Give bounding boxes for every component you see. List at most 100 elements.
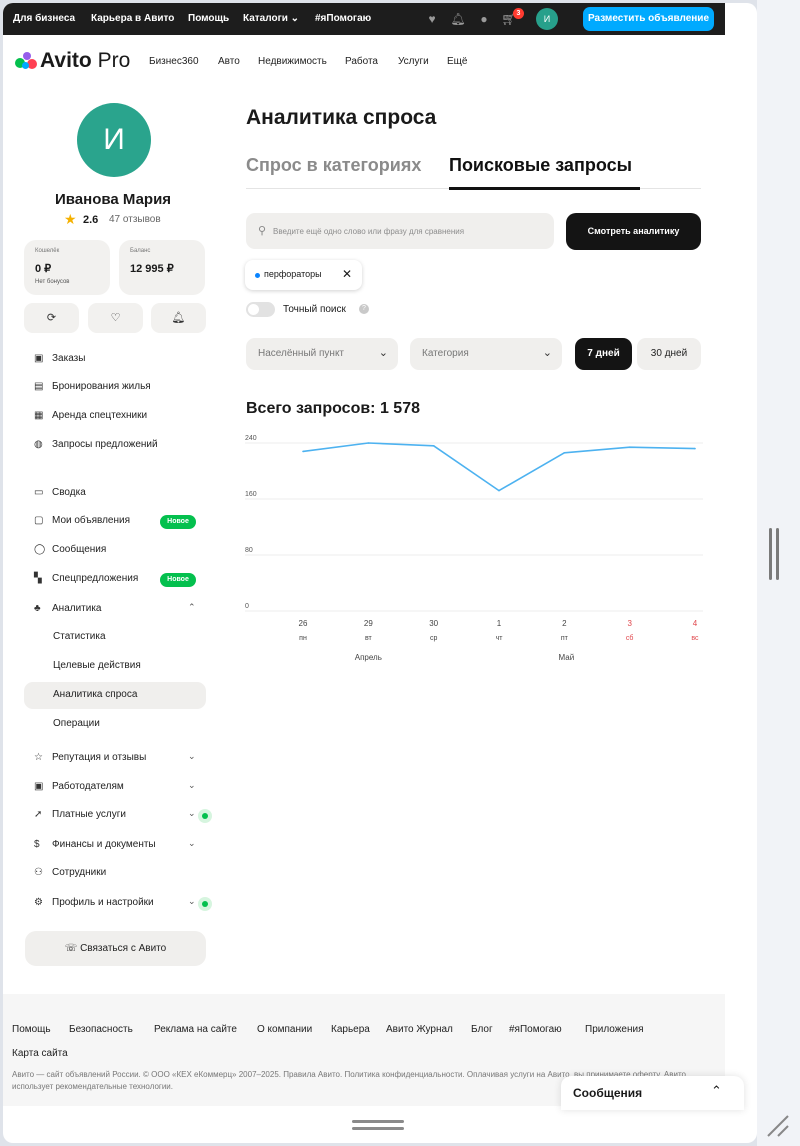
footer-link-about[interactable]: О компании — [257, 1024, 312, 1035]
data-point — [498, 489, 500, 492]
tab-category-demand[interactable]: Спрос в категориях — [246, 155, 421, 176]
profile-avatar[interactable]: И — [77, 103, 151, 177]
menu-orders[interactable]: ▣ Заказы — [34, 353, 85, 364]
footer-link-apps[interactable]: Приложения — [585, 1024, 644, 1035]
menu-my-ads[interactable]: ▢ Мои объявления — [34, 515, 130, 526]
chevron-down-icon[interactable]: ⌄ — [188, 780, 196, 791]
search-field[interactable]: ⚲ — [246, 213, 554, 249]
refresh-button[interactable]: ⟳ — [24, 303, 79, 333]
series-line — [302, 442, 696, 492]
menu-analytics-label: Аналитика — [52, 603, 102, 614]
x-tick-day: 2 — [562, 619, 567, 628]
bottom-drag-handle[interactable] — [352, 1120, 404, 1132]
menu-bookings[interactable]: ▤ Бронирования жилья — [34, 381, 151, 392]
menu-equipment-label: Аренда спецтехники — [52, 410, 148, 421]
menu-summary[interactable]: ▭ Сводка — [34, 487, 86, 498]
period-7-days-button[interactable]: 7 дней — [575, 338, 632, 370]
resize-handle-icon[interactable] — [762, 1110, 790, 1138]
post-ad-button[interactable]: Разместить объявление — [583, 7, 714, 31]
toplink-career[interactable]: Карьера в Авито — [91, 13, 174, 24]
month-label: Апрель — [355, 653, 382, 662]
menu-special-offers[interactable]: ▚ Спецпредложения — [34, 573, 138, 584]
menu-requests-label: Запросы предложений — [52, 439, 158, 450]
profile-name[interactable]: Иванова Мария — [55, 191, 171, 208]
footer-link-blog[interactable]: Блог — [471, 1024, 493, 1035]
chevron-up-icon[interactable]: ⌃ — [711, 1083, 722, 1099]
balance-value: 12 995 ₽ — [130, 263, 174, 275]
location-select[interactable]: Населённый пункт ⌄ — [246, 338, 398, 370]
tab-search-queries[interactable]: Поисковые запросы — [449, 155, 632, 176]
profile-rating: 2.6 — [83, 214, 99, 226]
nav-jobs[interactable]: Работа — [345, 56, 378, 67]
messages-panel[interactable]: Сообщения ⌃ — [561, 1076, 744, 1110]
menu-paid-services[interactable]: ➚ Платные услуги — [34, 809, 126, 820]
notifications-icon[interactable]: 🔔︎ — [450, 11, 466, 27]
submenu-operations[interactable]: Операции — [53, 718, 100, 729]
toplink-help[interactable]: Помощь — [188, 13, 229, 24]
show-analytics-button[interactable]: Смотреть аналитику — [566, 213, 701, 250]
balance-card[interactable]: Баланс 12 995 ₽ — [119, 240, 205, 295]
menu-orders-label: Заказы — [52, 353, 86, 364]
chevron-down-icon[interactable]: ⌄ — [188, 896, 196, 907]
queries-line-chart: 240 160 80 0 26 пн 29 вт 30 ср 1 чт 2 пт 3 сб 4 вс Апрель М… — [245, 435, 703, 662]
chevron-down-icon[interactable]: ⌄ — [188, 838, 196, 849]
y-tick-label: 0 — [245, 603, 249, 610]
messages-icon[interactable]: ● — [476, 11, 492, 27]
x-tick-weekday: ср — [430, 635, 438, 642]
footer-link-security[interactable]: Безопасность — [69, 1024, 133, 1035]
menu-equipment[interactable]: ▦ Аренда спецтехники — [34, 410, 147, 421]
menu-requests[interactable]: ◍ Запросы предложений — [34, 439, 158, 450]
footer-link-career[interactable]: Карьера — [331, 1024, 370, 1035]
info-icon[interactable]: ? — [359, 304, 369, 314]
menu-profile-settings[interactable]: ⚙ Профиль и настройки — [34, 897, 154, 908]
toplink-catalogs[interactable]: Каталоги ⌄ — [243, 13, 299, 24]
exact-search-label: Точный поиск — [283, 304, 346, 315]
nav-business360[interactable]: Бизнес360 — [149, 56, 199, 67]
chevron-down-icon[interactable]: ⌄ — [188, 808, 196, 819]
footer-link-ads[interactable]: Реклама на сайте — [154, 1024, 237, 1035]
menu-messages-label: Сообщения — [52, 544, 107, 555]
profile-reviews-link[interactable]: 47 отзывов — [109, 214, 161, 225]
favorites-icon[interactable]: ♥ — [424, 11, 440, 27]
category-select[interactable]: Категория ⌄ — [410, 338, 562, 370]
footer-link-sitemap[interactable]: Карта сайта — [12, 1048, 68, 1059]
query-chip[interactable]: перфораторы ✕ — [245, 260, 362, 290]
search-input[interactable] — [273, 222, 543, 240]
menu-employees[interactable]: ⚇ Сотрудники — [34, 867, 106, 878]
menu-messages[interactable]: ◯ Сообщения — [34, 544, 106, 555]
nav-more[interactable]: Ещё — [447, 56, 467, 67]
menu-employers[interactable]: ▣ Работодателям — [34, 781, 124, 792]
wallet-card[interactable]: Кошелёк 0 ₽ Нет бонусов — [24, 240, 110, 295]
period-30-days-button[interactable]: 30 дней — [637, 338, 701, 370]
nav-auto[interactable]: Авто — [218, 56, 240, 67]
footer-link-hashtag[interactable]: #яПомогаю — [509, 1024, 562, 1035]
submenu-target-actions[interactable]: Целевые действия — [53, 660, 141, 671]
favorites-button[interactable]: ♡ — [88, 303, 143, 333]
footer-link-journal[interactable]: Авито Журнал — [386, 1024, 453, 1035]
nav-realty[interactable]: Недвижимость — [258, 56, 327, 67]
nav-services[interactable]: Услуги — [398, 56, 429, 67]
contact-avito-button[interactable]: ☏ Связаться с Авито — [25, 931, 206, 966]
toplink-business[interactable]: Для бизнеса — [13, 13, 75, 24]
toplink-hashtag[interactable]: #яПомогаю — [315, 13, 371, 24]
data-point — [694, 447, 696, 450]
grid-icon: ▚ — [34, 573, 42, 584]
globe-icon: ◍ — [34, 439, 43, 450]
submenu-statistics[interactable]: Статистика — [53, 631, 106, 642]
menu-my-ads-label: Мои объявления — [52, 515, 130, 526]
balance-label: Баланс — [130, 248, 151, 254]
chevron-down-icon: ⌄ — [378, 347, 388, 359]
footer-link-help[interactable]: Помощь — [12, 1024, 51, 1035]
user-avatar[interactable]: И — [536, 8, 558, 30]
scrollbar-grip[interactable] — [769, 528, 781, 580]
menu-analytics[interactable]: ♣ Аналитика — [34, 603, 102, 614]
exact-search-toggle[interactable] — [246, 302, 275, 317]
menu-finance[interactable]: $ Финансы и документы — [34, 839, 156, 850]
chevron-up-icon[interactable]: ⌃ — [188, 602, 196, 613]
notifications-button[interactable]: 🔔︎ — [151, 303, 206, 333]
y-tick-label: 80 — [245, 547, 253, 554]
close-icon[interactable]: ✕ — [342, 267, 352, 281]
chevron-down-icon[interactable]: ⌄ — [188, 751, 196, 762]
menu-reputation[interactable]: ☆ Репутация и отзывы — [34, 752, 146, 763]
submenu-demand-analytics[interactable]: Аналитика спроса — [53, 689, 137, 700]
